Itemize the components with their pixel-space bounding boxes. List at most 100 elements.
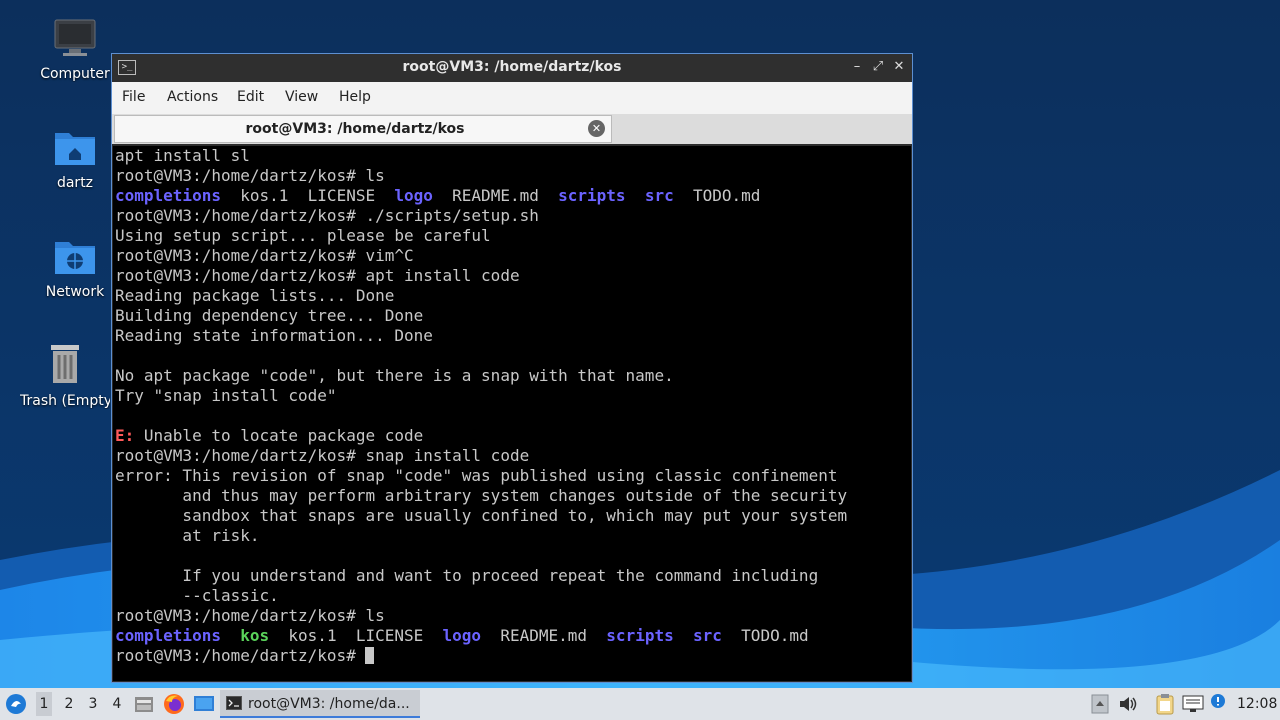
terminal-line: and thus may perform arbitrary system ch… (115, 486, 847, 506)
tray-arrow-icon[interactable] (1091, 694, 1109, 714)
maximize-button[interactable]: ⤢ (869, 58, 887, 76)
volume-icon[interactable] (1118, 694, 1138, 714)
terminal-line: Building dependency tree... Done (115, 306, 847, 326)
terminal-window[interactable]: >_ root@VM3: /home/dartz/kos – ⤢ ✕ File … (111, 53, 913, 683)
directory-name: logo (442, 626, 482, 645)
terminal-text: Reading state information... Done (115, 326, 433, 345)
terminal-line: error: This revision of snap "code" was … (115, 466, 847, 486)
desktop-icon[interactable] (193, 694, 215, 714)
terminal-text: README.md (481, 626, 607, 645)
taskbar-item-terminal[interactable]: root@VM3: /home/da... (220, 690, 420, 718)
update-icon[interactable] (1210, 693, 1226, 709)
desktop-icon-label: dartz (56, 175, 94, 191)
terminal-text: and thus may perform arbitrary system ch… (115, 486, 848, 505)
directory-name: src (693, 626, 722, 645)
menu-edit[interactable]: Edit (237, 89, 264, 105)
terminal-text: --classic. (115, 586, 279, 605)
network-icon[interactable] (1182, 694, 1204, 714)
tab-close-icon[interactable]: ✕ (588, 120, 605, 137)
terminal-lines: apt install sl root@VM3:/home/dartz/kos# … (115, 146, 847, 666)
terminal-text: If you understand and want to proceed re… (115, 566, 819, 585)
terminal-text: error: This revision of snap "code" was … (115, 466, 838, 485)
window-title: root@VM3: /home/dartz/kos (402, 59, 622, 75)
tab-terminal[interactable]: root@VM3: /home/dartz/kos ✕ (114, 115, 612, 143)
terminal-text: sandbox that snaps are usually confined … (115, 506, 848, 525)
clock: 12:08 (1237, 696, 1278, 712)
minimize-button[interactable]: – (848, 58, 866, 76)
desktop-icon-label: Network (45, 284, 105, 300)
terminal-text: Reading package lists... Done (115, 286, 395, 305)
directory-name: completions (115, 626, 221, 645)
terminal-line: sandbox that snaps are usually confined … (115, 506, 847, 526)
terminal-text: TODO.md (721, 626, 809, 645)
computer-icon (54, 19, 96, 56)
directory-name: completions (115, 186, 221, 205)
terminal-line: completions kos.1 LICENSE logo README.md… (115, 186, 847, 206)
terminal-line: Try "snap install code" (115, 386, 847, 406)
terminal-line: root@VM3:/home/dartz/kos# apt install co… (115, 266, 847, 286)
terminal-text: kos.1 LICENSE (269, 626, 443, 645)
start-menu-icon[interactable] (5, 693, 27, 715)
terminal-line: root@VM3:/home/dartz/kos# ls (115, 166, 847, 186)
workspace-2[interactable]: 2 (61, 696, 77, 712)
terminal-line: No apt package "code", but there is a sn… (115, 366, 847, 386)
tab-bar: root@VM3: /home/dartz/kos ✕ (112, 114, 912, 144)
desktop-icon-label: Computer (40, 66, 110, 82)
menu-view[interactable]: View (285, 89, 318, 105)
workspace-1[interactable]: 1 (36, 692, 52, 716)
desktop-icon-dartz[interactable]: dartz (27, 127, 123, 191)
menubar: File Actions Edit View Help (112, 82, 912, 114)
workspace-4[interactable]: 4 (109, 696, 125, 712)
terminal-line: root@VM3:/home/dartz/kos# ./scripts/setu… (115, 206, 847, 226)
terminal-line: apt install sl (115, 146, 847, 166)
trash-icon (51, 345, 79, 383)
terminal-line: root@VM3:/home/dartz/kos# (115, 646, 847, 666)
terminal-text: Building dependency tree... Done (115, 306, 424, 325)
terminal-output[interactable]: apt install sl root@VM3:/home/dartz/kos# … (113, 146, 911, 681)
menu-help[interactable]: Help (339, 89, 371, 105)
file-manager-icon[interactable] (134, 694, 154, 714)
terminal-text: root@VM3:/home/dartz/kos# apt install co… (115, 266, 520, 285)
terminal-line: root@VM3:/home/dartz/kos# ls (115, 606, 847, 626)
terminal-text: at risk. (115, 526, 260, 545)
desktop-icon-computer[interactable]: Computer (27, 18, 123, 82)
menu-actions[interactable]: Actions (167, 89, 218, 105)
terminal-line: root@VM3:/home/dartz/kos# snap install c… (115, 446, 847, 466)
menu-file[interactable]: File (122, 89, 145, 105)
desktop-icon-network[interactable]: Network (27, 236, 123, 300)
terminal-icon (226, 696, 242, 710)
terminal-text: root@VM3:/home/dartz/kos# ./scripts/setu… (115, 206, 539, 225)
directory-name: scripts (558, 186, 626, 205)
terminal-text: root@VM3:/home/dartz/kos# (115, 646, 366, 665)
terminal-text: root@VM3:/home/dartz/kos# vim^C (115, 246, 414, 265)
clipboard-icon[interactable] (1155, 693, 1175, 715)
desktop-icon-trash[interactable]: Trash (Empty) (20, 343, 110, 409)
executable-name: kos (240, 626, 270, 645)
terminal-line: E: Unable to locate package code (115, 426, 847, 446)
terminal-text: TODO.md (673, 186, 761, 205)
terminal-line: Using setup script... please be careful (115, 226, 847, 246)
home-folder-icon (55, 133, 95, 165)
terminal-text: root@VM3:/home/dartz/kos# snap install c… (115, 446, 530, 465)
terminal-text: No apt package "code", but there is a sn… (115, 366, 674, 385)
terminal-text: kos.1 LICENSE (220, 186, 395, 205)
workspace-3[interactable]: 3 (85, 696, 101, 712)
terminal-text: Try "snap install code" (115, 386, 337, 405)
window-titlebar[interactable]: >_ root@VM3: /home/dartz/kos – ⤢ ✕ (112, 54, 912, 82)
error-prefix: E: (115, 426, 135, 445)
terminal-text: root@VM3:/home/dartz/kos# ls (115, 606, 385, 625)
terminal-text: Unable to locate package code (134, 426, 424, 445)
desktop-icon-label: Trash (Empty) (20, 393, 110, 409)
taskbar-item-title: root@VM3: /home/da... (248, 696, 410, 712)
terminal-cursor (365, 647, 375, 664)
close-button[interactable]: ✕ (890, 58, 908, 76)
terminal-text: Using setup script... please be careful (115, 226, 491, 245)
firefox-icon[interactable] (163, 693, 185, 715)
tab-title: root@VM3: /home/dartz/kos (245, 121, 465, 137)
terminal-text: root@VM3:/home/dartz/kos# ls (115, 166, 385, 185)
